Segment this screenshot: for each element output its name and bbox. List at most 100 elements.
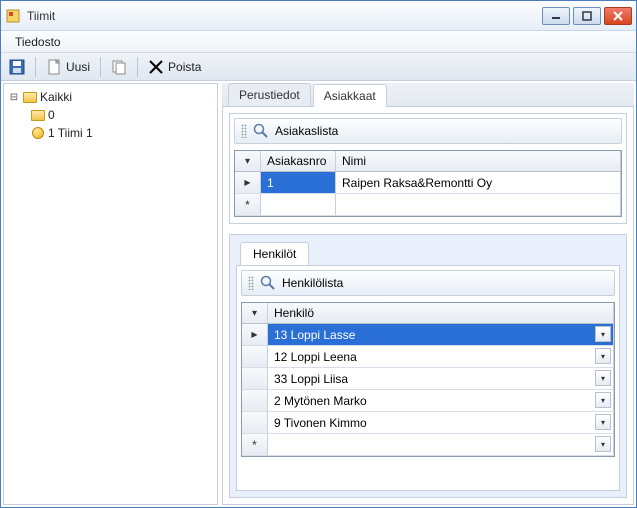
cell-value: 33 Loppi Liisa <box>274 372 348 386</box>
customers-grid-header: ▾ Asiakasnro Nimi <box>235 151 621 172</box>
right-pane: Perustiedot Asiakkaat Asiakaslista <box>222 83 634 505</box>
cell-nro[interactable]: 1 <box>261 172 336 193</box>
menubar: Tiedosto <box>1 31 636 53</box>
tab-customers[interactable]: Asiakkaat <box>313 84 387 107</box>
new-button[interactable]: Uusi <box>42 57 94 77</box>
people-section-title: Henkilölista <box>282 276 343 290</box>
row-indicator-new: * <box>242 434 268 455</box>
menu-file[interactable]: Tiedosto <box>7 33 69 51</box>
folder-icon <box>22 90 38 104</box>
folder-icon <box>30 108 46 122</box>
cell-henkilo[interactable]: 33 Loppi Liisa ▾ <box>268 368 614 389</box>
customers-grid[interactable]: ▾ Asiakasnro Nimi 1 Raipen Raksa&Remontt… <box>234 150 622 217</box>
window-title: Tiimit <box>27 9 542 23</box>
table-row[interactable]: 9 Tivonen Kimmo ▾ <box>242 412 614 434</box>
dropdown-button[interactable]: ▾ <box>595 348 611 364</box>
cell-empty[interactable]: ▾ <box>268 434 614 455</box>
people-tabstrip: Henkilöt <box>236 241 620 265</box>
customers-panel: Asiakaslista ▾ Asiakasnro Nimi 1 Raipen … <box>229 113 627 224</box>
col-header-nro[interactable]: Asiakasnro <box>261 151 336 171</box>
tree-pane[interactable]: ⊟ Kaikki 0 1 Tiimi 1 <box>3 83 218 505</box>
maximize-button[interactable] <box>573 7 601 25</box>
cell-nimi[interactable]: Raipen Raksa&Remontti Oy <box>336 172 621 193</box>
col-header-henkilo[interactable]: Henkilö <box>268 303 614 323</box>
tab-people[interactable]: Henkilöt <box>240 242 309 265</box>
tree-collapse-icon[interactable]: ⊟ <box>8 92 20 103</box>
close-button[interactable] <box>604 7 632 25</box>
gripper-icon <box>241 124 247 138</box>
coin-icon <box>30 126 46 140</box>
tab-basic[interactable]: Perustiedot <box>228 83 311 106</box>
dropdown-button[interactable]: ▾ <box>595 370 611 386</box>
table-row[interactable]: 1 Raipen Raksa&Remontti Oy <box>235 172 621 194</box>
minimize-button[interactable] <box>542 7 570 25</box>
cell-value: 9 Tivonen Kimmo <box>274 416 367 430</box>
tree-item[interactable]: 1 Tiimi 1 <box>6 124 215 142</box>
customers-section-title: Asiakaslista <box>275 124 338 138</box>
people-grid[interactable]: ▾ Henkilö 13 Loppi Lasse ▾ <box>241 302 615 457</box>
search-icon[interactable] <box>260 275 276 291</box>
customers-panel-header: Asiakaslista <box>234 118 622 144</box>
gripper-icon <box>248 276 254 290</box>
cell-henkilo[interactable]: 9 Tivonen Kimmo ▾ <box>268 412 614 433</box>
cell-empty[interactable] <box>261 194 336 215</box>
table-row[interactable]: 2 Mytönen Marko ▾ <box>242 390 614 412</box>
dropdown-button[interactable]: ▾ <box>595 326 611 342</box>
dropdown-button[interactable]: ▾ <box>595 414 611 430</box>
table-row[interactable]: 12 Loppi Leena ▾ <box>242 346 614 368</box>
cell-value: 2 Mytönen Marko <box>274 394 367 408</box>
row-indicator <box>242 412 268 433</box>
cell-value: 13 Loppi Lasse <box>274 328 355 342</box>
app-icon <box>5 8 21 24</box>
separator <box>35 57 36 77</box>
cell-empty[interactable] <box>336 194 621 215</box>
cell-henkilo[interactable]: 2 Mytönen Marko ▾ <box>268 390 614 411</box>
row-indicator <box>242 390 268 411</box>
row-indicator-current <box>242 324 268 345</box>
table-row[interactable]: 33 Loppi Liisa ▾ <box>242 368 614 390</box>
row-indicator-new: * <box>235 194 261 215</box>
delete-icon <box>148 59 164 75</box>
tree-item[interactable]: 0 <box>6 106 215 124</box>
content-area: ⊟ Kaikki 0 1 Tiimi 1 Perustiedot Asiakka… <box>1 81 636 507</box>
people-panel-header: Henkilölista <box>241 270 615 296</box>
cell-value: 12 Loppi Leena <box>274 350 357 364</box>
tree-item-label: 0 <box>48 108 55 122</box>
cell-henkilo[interactable]: 12 Loppi Leena ▾ <box>268 346 614 367</box>
people-panel: Henkilölista ▾ Henkilö 13 Loppi Lasse <box>236 265 620 491</box>
tree-root-label: Kaikki <box>40 90 72 104</box>
dropdown-button[interactable]: ▾ <box>595 392 611 408</box>
tab-content: Asiakaslista ▾ Asiakasnro Nimi 1 Raipen … <box>222 107 634 505</box>
row-indicator <box>242 346 268 367</box>
search-icon[interactable] <box>253 123 269 139</box>
copy-icon <box>111 59 127 75</box>
tree-root[interactable]: ⊟ Kaikki <box>6 88 215 106</box>
tabstrip: Perustiedot Asiakkaat <box>222 83 634 107</box>
separator <box>137 57 138 77</box>
table-row-new[interactable]: * ▾ <box>242 434 614 456</box>
delete-label: Poista <box>168 60 201 74</box>
cell-henkilo[interactable]: 13 Loppi Lasse ▾ <box>268 324 614 345</box>
dropdown-button[interactable]: ▾ <box>595 436 611 452</box>
tree-item-label: 1 Tiimi 1 <box>48 126 93 140</box>
save-button[interactable] <box>5 57 29 77</box>
toolbar: Uusi Poista <box>1 53 636 81</box>
save-icon <box>9 59 25 75</box>
separator <box>100 57 101 77</box>
col-header-nimi[interactable]: Nimi <box>336 151 621 171</box>
row-indicator-current <box>235 172 261 193</box>
table-row-new[interactable]: * <box>235 194 621 216</box>
grid-corner[interactable]: ▾ <box>235 151 261 171</box>
window-buttons <box>542 7 632 25</box>
grid-corner[interactable]: ▾ <box>242 303 268 323</box>
people-grid-header: ▾ Henkilö <box>242 303 614 324</box>
delete-button[interactable]: Poista <box>144 57 205 77</box>
table-row[interactable]: 13 Loppi Lasse ▾ <box>242 324 614 346</box>
new-page-icon <box>46 59 62 75</box>
copy-button[interactable] <box>107 57 131 77</box>
titlebar: Tiimit <box>1 1 636 31</box>
new-label: Uusi <box>66 60 90 74</box>
row-indicator <box>242 368 268 389</box>
people-panel-outer: Henkilöt Henkilölista ▾ <box>229 234 627 498</box>
app-window: Tiimit Tiedosto Uusi Poista <box>0 0 637 508</box>
